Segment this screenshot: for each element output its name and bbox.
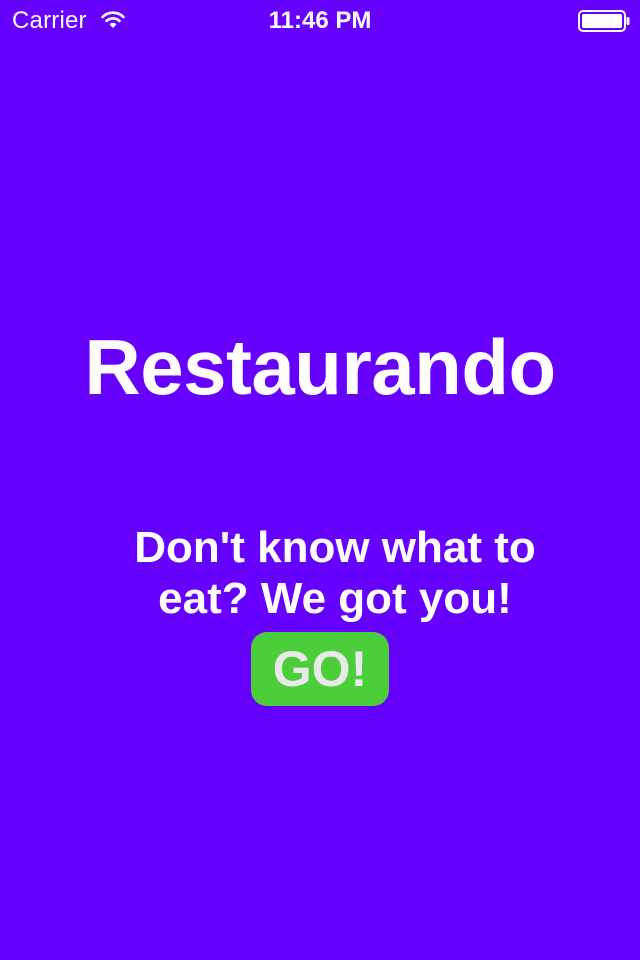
- tagline-text: Don't know what to eat? We got you!: [134, 523, 536, 623]
- battery-icon: [578, 10, 630, 32]
- go-button[interactable]: GO!: [251, 632, 389, 706]
- status-time: 11:46 PM: [268, 7, 372, 34]
- status-bar: Carrier 11:46 PM: [0, 0, 640, 40]
- app-title: Restaurando: [84, 323, 556, 411]
